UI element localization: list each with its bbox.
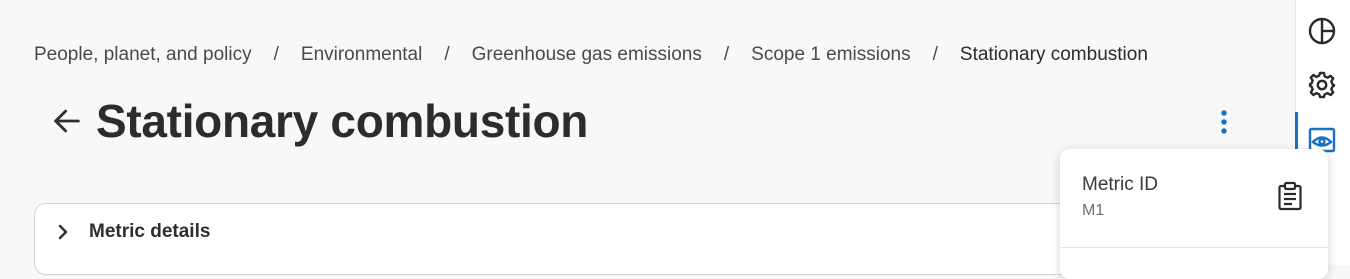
- chevron-right-icon: [53, 222, 73, 242]
- metric-details-toggle[interactable]: Metric details: [53, 221, 210, 243]
- breadcrumb-separator: /: [273, 44, 279, 65]
- more-options-button[interactable]: [1210, 105, 1238, 139]
- page-header: Stationary combustion: [48, 94, 588, 148]
- pie-chart-icon[interactable]: [1306, 15, 1338, 47]
- more-vertical-icon: [1221, 110, 1227, 134]
- breadcrumb-item-greenhouse-gas-emissions[interactable]: Greenhouse gas emissions: [472, 44, 702, 66]
- breadcrumb: People, planet, and policy / Environment…: [34, 44, 1148, 66]
- arrow-left-icon: [54, 109, 80, 133]
- metric-id-label: Metric ID: [1082, 174, 1158, 195]
- breadcrumb-separator: /: [932, 44, 938, 65]
- breadcrumb-item-current: Stationary combustion: [959, 44, 1148, 65]
- metric-id-popover: Metric ID M1: [1060, 149, 1328, 279]
- breadcrumb-separator: /: [444, 44, 450, 65]
- copy-metric-id-button[interactable]: [1273, 179, 1307, 213]
- back-button[interactable]: [48, 102, 86, 140]
- breadcrumb-item-environmental[interactable]: Environmental: [301, 44, 422, 66]
- breadcrumb-separator: /: [723, 44, 730, 65]
- active-indicator: [1295, 112, 1298, 152]
- metric-details-panel: Metric details: [34, 203, 1136, 275]
- clipboard-icon: [1278, 181, 1302, 211]
- gear-icon[interactable]: [1306, 69, 1338, 101]
- breadcrumb-item-people-planet-policy[interactable]: People, planet, and policy: [34, 44, 252, 66]
- breadcrumb-item-scope-1-emissions[interactable]: Scope 1 emissions: [751, 44, 910, 66]
- popover-divider: [1060, 247, 1328, 248]
- metric-details-label: Metric details: [89, 221, 211, 242]
- page-title: Stationary combustion: [96, 95, 589, 147]
- metric-id-value: M1: [1082, 202, 1105, 219]
